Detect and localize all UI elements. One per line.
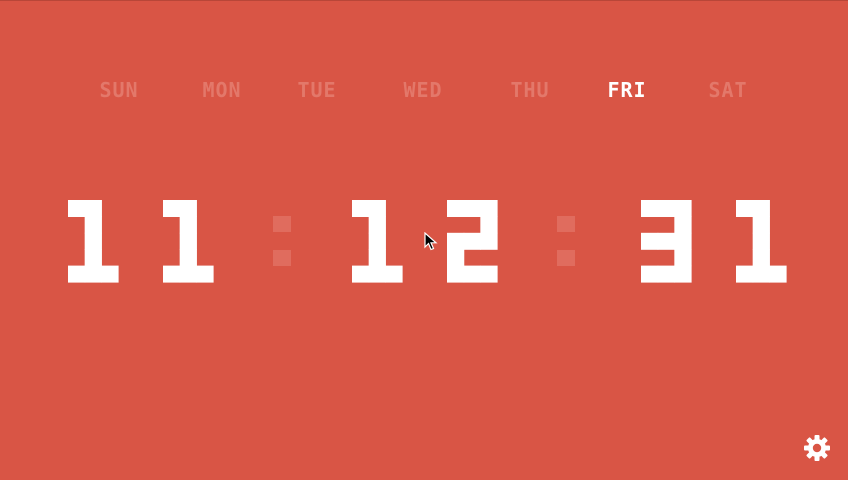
clock-digit-1: [163, 200, 214, 283]
clock-digit-0: [68, 200, 119, 283]
clock-digit-2: [352, 200, 403, 283]
colon-separator: [557, 216, 575, 266]
clock-digit-3: [447, 200, 498, 283]
second-digits: [641, 200, 787, 283]
colon-separator: [273, 216, 291, 266]
gear-icon[interactable]: [803, 434, 831, 462]
clock-digit-4: [641, 200, 692, 283]
mouse-cursor-icon: [424, 232, 438, 251]
hour-digits: [68, 200, 214, 283]
clock-digit-5: [736, 200, 787, 283]
